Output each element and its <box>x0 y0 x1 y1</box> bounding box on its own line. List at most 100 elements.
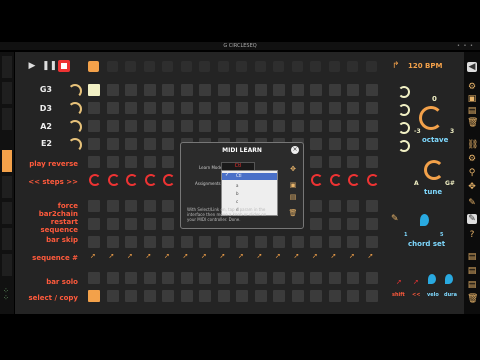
select-cell[interactable] <box>162 290 174 302</box>
note-cell[interactable] <box>106 84 119 96</box>
steps-knob[interactable] <box>144 174 157 186</box>
left-strip-block[interactable] <box>2 202 12 224</box>
note-cell[interactable] <box>291 102 304 114</box>
note-cell[interactable] <box>125 120 137 132</box>
param-knob[interactable] <box>398 140 410 152</box>
skip-cell[interactable] <box>162 236 174 248</box>
sequence-arrow-icon[interactable]: ➚ <box>183 252 189 260</box>
steps-knob[interactable] <box>107 174 120 186</box>
note-cell[interactable] <box>162 120 174 132</box>
select-cell[interactable] <box>291 290 304 302</box>
note-cell[interactable] <box>199 102 211 114</box>
left-strip-block[interactable] <box>2 108 12 130</box>
select-cell[interactable] <box>180 290 193 302</box>
steps-knob[interactable] <box>329 174 342 186</box>
top-step-square[interactable] <box>310 61 321 72</box>
left-strip-block[interactable] <box>2 56 12 78</box>
sequence-arrow-icon[interactable]: ➚ <box>368 252 374 260</box>
solo-cell[interactable] <box>143 272 156 284</box>
top-step-square[interactable] <box>347 61 358 72</box>
sequence-arrow-icon[interactable]: ➚ <box>164 252 170 260</box>
top-step-square[interactable] <box>162 61 173 72</box>
solo-cell[interactable] <box>106 272 119 284</box>
note-cell[interactable] <box>273 84 285 96</box>
select-cell[interactable] <box>273 290 285 302</box>
note-cell[interactable] <box>143 102 156 114</box>
skip-cell[interactable] <box>328 236 341 248</box>
solo-cell[interactable] <box>199 272 211 284</box>
note-cell[interactable] <box>125 102 137 114</box>
solo-cell[interactable] <box>236 272 248 284</box>
note-cell[interactable] <box>328 138 341 150</box>
reverse-cell[interactable] <box>125 156 137 168</box>
dropdown-option[interactable]: Ctl <box>236 173 241 178</box>
shift-arrow-icon[interactable]: ➚ <box>396 278 402 286</box>
skip-cell[interactable] <box>365 236 378 248</box>
dura-drop-icon[interactable] <box>445 274 453 284</box>
skip-cell[interactable] <box>291 236 304 248</box>
steps-knob[interactable] <box>348 174 360 186</box>
solo-cell[interactable] <box>273 272 285 284</box>
force-cell[interactable] <box>143 200 156 212</box>
chord-drop-icon[interactable] <box>420 214 429 226</box>
note-cell[interactable] <box>143 84 156 96</box>
sequence-arrow-icon[interactable]: ➚ <box>146 252 152 260</box>
reverse-cell[interactable] <box>162 156 174 168</box>
reverse-cell[interactable] <box>328 156 341 168</box>
solo-cell[interactable] <box>162 272 174 284</box>
left-strip-active[interactable] <box>2 150 12 172</box>
reverse-cell[interactable] <box>310 156 322 168</box>
top-step-square[interactable] <box>236 61 247 72</box>
note-cell[interactable] <box>88 84 100 96</box>
select-cell[interactable] <box>365 290 378 302</box>
select-cell[interactable] <box>328 290 341 302</box>
note-cell[interactable] <box>125 84 137 96</box>
note-cell[interactable] <box>254 120 267 132</box>
sequence-arrow-icon[interactable]: ➚ <box>257 252 263 260</box>
note-cell[interactable] <box>236 120 248 132</box>
save-icon[interactable]: ▣ <box>467 94 477 104</box>
note-cell[interactable] <box>162 138 174 150</box>
param-knob[interactable] <box>398 86 410 98</box>
octave-knob[interactable] <box>419 106 443 130</box>
solo-cell[interactable] <box>125 272 137 284</box>
gear-icon[interactable]: ⚙ <box>467 154 477 164</box>
select-cell[interactable] <box>254 290 267 302</box>
steps-knob[interactable] <box>126 174 138 186</box>
steps-knob[interactable] <box>163 174 175 186</box>
select-cell[interactable] <box>199 290 211 302</box>
note-cell[interactable] <box>310 102 322 114</box>
save-icon[interactable]: ▣ <box>288 181 298 189</box>
top-step-square[interactable] <box>106 61 118 72</box>
solo-cell[interactable] <box>347 272 359 284</box>
restart-cell[interactable] <box>162 218 174 230</box>
note-cell[interactable] <box>310 84 322 96</box>
load-icon[interactable]: ▤ <box>288 193 298 201</box>
reverse-cell[interactable] <box>88 156 100 168</box>
force-cell[interactable] <box>88 200 100 212</box>
pencil-icon[interactable]: ✎ <box>391 214 399 224</box>
note-cell[interactable] <box>180 84 193 96</box>
restart-cell[interactable] <box>88 218 100 230</box>
restart-cell[interactable] <box>125 218 137 230</box>
sequence-arrow-icon[interactable]: ➚ <box>331 252 337 260</box>
dropdown-selected-row[interactable] <box>222 173 277 180</box>
solo-cell[interactable] <box>291 272 304 284</box>
note-cell[interactable] <box>236 102 248 114</box>
steps-knob[interactable] <box>366 174 379 186</box>
force-cell[interactable] <box>162 200 174 212</box>
note-cell[interactable] <box>365 120 378 132</box>
select-cell[interactable] <box>88 290 100 302</box>
pause-icon[interactable]: ❚❚ <box>42 60 57 72</box>
note-cell[interactable] <box>291 84 304 96</box>
clipboard-icon[interactable]: ▤ <box>467 252 477 262</box>
reverse-cell[interactable] <box>106 156 119 168</box>
left-strip-block[interactable] <box>2 254 12 276</box>
note-cell[interactable] <box>162 84 174 96</box>
param-knob[interactable] <box>398 104 410 116</box>
share-icon[interactable]: ⚲ <box>467 168 477 178</box>
select-cell[interactable] <box>125 290 137 302</box>
skip-cell[interactable] <box>217 236 230 248</box>
left-strip-block[interactable] <box>2 228 12 250</box>
solo-cell[interactable] <box>365 272 378 284</box>
